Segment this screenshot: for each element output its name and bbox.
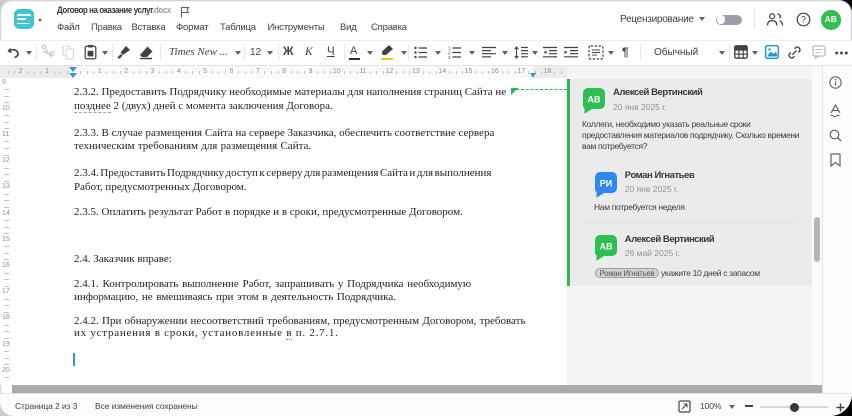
svg-text:3: 3: [448, 55, 451, 59]
svg-text:?: ?: [801, 15, 806, 25]
svg-text:РИ: РИ: [600, 179, 612, 189]
svg-text:АВ: АВ: [600, 242, 613, 252]
svg-text:АВ: АВ: [588, 94, 601, 104]
